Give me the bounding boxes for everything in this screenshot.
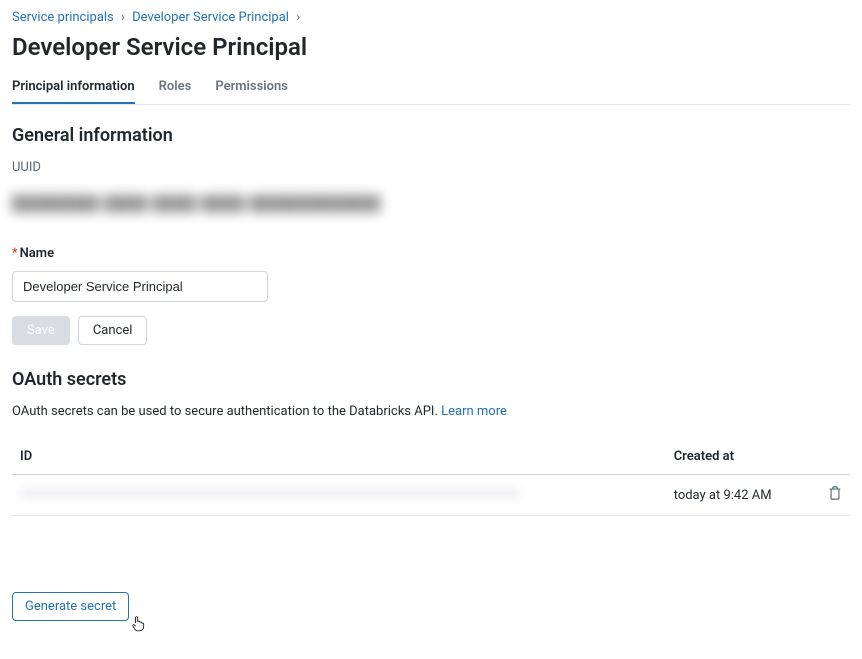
column-header-id: ID bbox=[12, 439, 666, 475]
page-title: Developer Service Principal bbox=[12, 33, 850, 61]
cancel-button[interactable]: Cancel bbox=[78, 316, 148, 345]
general-information-heading: General information bbox=[12, 125, 850, 146]
oauth-secrets-heading: OAuth secrets bbox=[12, 369, 850, 390]
oauth-description-text: OAuth secrets can be used to secure auth… bbox=[12, 404, 438, 419]
breadcrumb-separator: › bbox=[121, 10, 125, 25]
tab-principal-information[interactable]: Principal information bbox=[12, 71, 135, 104]
generate-secret-button[interactable]: Generate secret bbox=[12, 592, 129, 621]
trash-icon[interactable] bbox=[828, 485, 842, 501]
breadcrumb: Service principals › Developer Service P… bbox=[12, 10, 850, 25]
tabs: Principal information Roles Permissions bbox=[12, 71, 850, 105]
form-button-row: Save Cancel bbox=[12, 316, 850, 345]
secret-id-cell bbox=[12, 475, 666, 516]
save-button[interactable]: Save bbox=[12, 316, 70, 345]
oauth-description: OAuth secrets can be used to secure auth… bbox=[12, 404, 850, 419]
column-header-created-at: Created at bbox=[666, 439, 810, 475]
secret-id-value bbox=[20, 486, 520, 500]
secret-created-at-cell: today at 9:42 AM bbox=[666, 475, 810, 516]
oauth-secrets-table: ID Created at today at 9:42 AM bbox=[12, 439, 850, 516]
uuid-value: ████████-████-████-████-████████████ bbox=[12, 195, 850, 212]
tab-roles[interactable]: Roles bbox=[159, 71, 192, 104]
column-header-actions bbox=[810, 439, 850, 475]
table-row: today at 9:42 AM bbox=[12, 475, 850, 516]
breadcrumb-root-link[interactable]: Service principals bbox=[12, 10, 114, 25]
name-input[interactable] bbox=[12, 271, 268, 302]
breadcrumb-separator: › bbox=[296, 10, 300, 25]
cursor-pointer-icon bbox=[130, 614, 146, 632]
uuid-label: UUID bbox=[12, 160, 850, 175]
tab-permissions[interactable]: Permissions bbox=[215, 71, 288, 104]
required-asterisk: * bbox=[12, 246, 18, 261]
name-label: Name bbox=[20, 246, 54, 261]
breadcrumb-current-link[interactable]: Developer Service Principal bbox=[132, 10, 289, 25]
learn-more-link[interactable]: Learn more bbox=[441, 404, 507, 419]
name-label-row: *Name bbox=[12, 246, 850, 261]
